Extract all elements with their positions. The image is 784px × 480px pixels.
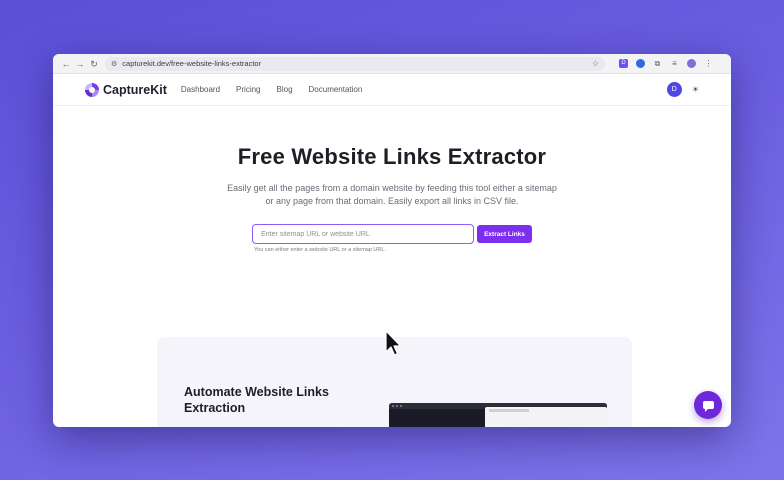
address-url: capturekit.dev/free-website-links-extrac… [122, 59, 262, 68]
nav-link-blog[interactable]: Blog [277, 85, 293, 94]
star-icon[interactable]: ☆ [592, 59, 599, 68]
mouse-cursor-icon [385, 330, 401, 356]
nav-link-dashboard[interactable]: Dashboard [181, 85, 220, 94]
page-title: Free Website Links Extractor [237, 144, 547, 169]
brand-name[interactable]: CaptureKit [103, 83, 167, 97]
more-menu-icon[interactable]: ⋮ [704, 59, 713, 68]
back-arrow-icon[interactable]: ← [59, 57, 73, 71]
terminal-dot [396, 405, 398, 407]
section-title: Automate Website Links Extraction [184, 385, 329, 415]
browser-toolbar: ← → ↻ ⚙ capturekit.dev/free-website-link… [53, 54, 731, 74]
site-settings-icon[interactable]: ⚙ [111, 60, 117, 68]
profile-avatar-icon[interactable] [687, 59, 696, 68]
page-description: Easily get all the pages from a domain w… [227, 183, 557, 206]
forward-arrow-icon[interactable]: → [73, 57, 87, 71]
extract-links-button[interactable]: Extract Links [477, 225, 532, 243]
input-hint: You can either enter a website URL or a … [254, 247, 386, 253]
terminal-preview-image [389, 403, 607, 427]
extensions-bar: D ⧉ ≡ ⋮ [619, 59, 713, 68]
nav-link-documentation[interactable]: Documentation [309, 85, 363, 94]
terminal-line [489, 409, 529, 412]
browser-window: ← → ↻ ⚙ capturekit.dev/free-website-link… [53, 54, 731, 427]
extension-blue-icon[interactable] [636, 59, 645, 68]
theme-toggle-icon[interactable]: ☀ [692, 85, 699, 94]
user-avatar[interactable]: D [666, 82, 682, 97]
chat-icon [702, 401, 714, 412]
reading-list-icon[interactable]: ≡ [670, 59, 679, 68]
reload-icon[interactable]: ↻ [87, 57, 101, 71]
capturekit-logo-icon[interactable] [85, 82, 99, 97]
terminal-dot [400, 405, 402, 407]
address-bar[interactable]: ⚙ capturekit.dev/free-website-links-extr… [105, 56, 605, 71]
chat-button[interactable] [694, 391, 722, 419]
nav-link-pricing[interactable]: Pricing [236, 85, 260, 94]
url-input[interactable] [252, 224, 475, 244]
terminal-request-panel [485, 407, 607, 427]
site-navbar: CaptureKit Dashboard Pricing Blog Docume… [53, 74, 731, 106]
extensions-icon[interactable]: ⧉ [653, 59, 662, 68]
extension-d-icon[interactable]: D [619, 59, 628, 68]
hero-section: Free Website Links Extractor Easily get … [53, 144, 731, 253]
terminal-dot [392, 405, 394, 407]
extract-form: Extract Links [53, 224, 731, 244]
